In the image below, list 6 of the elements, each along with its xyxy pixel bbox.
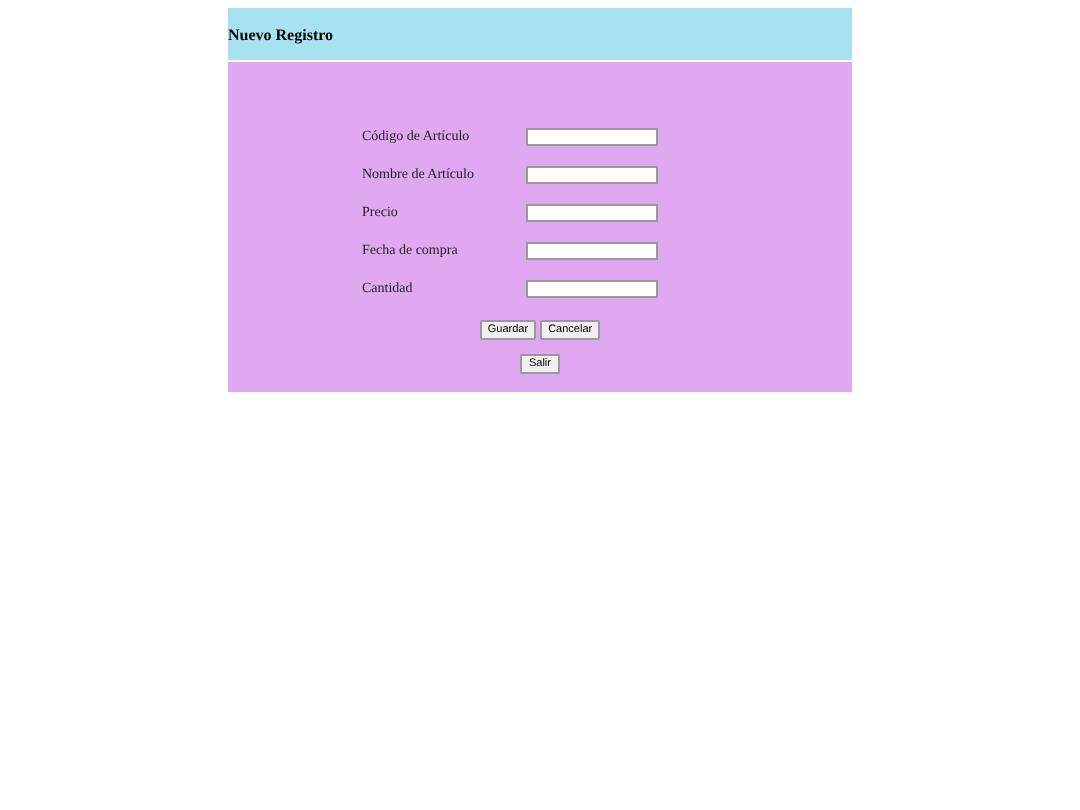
input-field[interactable]: [526, 241, 658, 259]
input-field[interactable]: [526, 165, 658, 183]
input-field[interactable]: [526, 127, 658, 145]
input-field[interactable]: [526, 203, 658, 221]
input-field[interactable]: [526, 279, 658, 297]
form-title: Nuevo Registro: [228, 25, 334, 43]
